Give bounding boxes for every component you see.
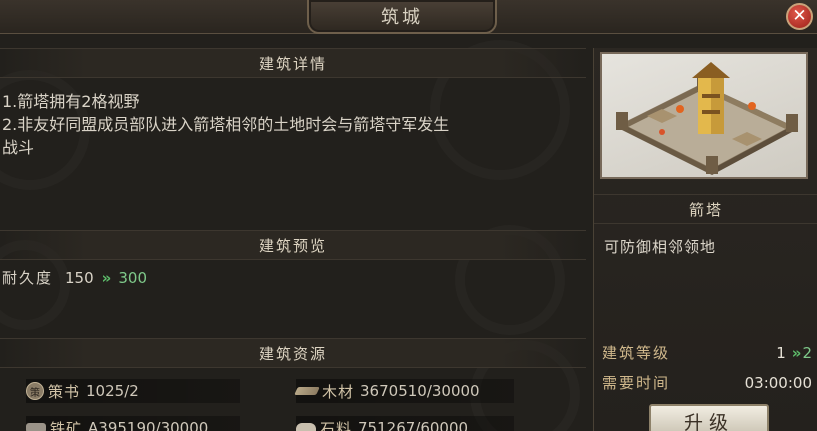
section-header-preview: 建筑预览 — [0, 230, 586, 260]
resource-book: 策 策书 1025/2 — [26, 379, 240, 403]
resource-value: 1025/2 — [86, 382, 139, 400]
resource-label: 铁矿 — [50, 419, 83, 431]
book-icon: 策 — [26, 382, 44, 400]
level-arrow-icon: » — [791, 343, 802, 362]
page-title: 筑城 — [307, 0, 497, 34]
resource-label: 木材 — [322, 382, 355, 401]
resource-stone: 石料 751267/60000 — [296, 416, 514, 431]
details-line: 2.非友好同盟成员部队进入箭塔相邻的土地时会与箭塔守军发生 — [2, 115, 450, 134]
durability-row: 耐久度 150 » 300 — [2, 267, 147, 288]
level-from: 1 — [776, 343, 786, 362]
info-panel: 建筑详情 1.箭塔拥有2格视野 2.非友好同盟成员部队进入箭塔相邻的土地时会与箭… — [0, 48, 586, 431]
stone-icon — [296, 422, 316, 431]
close-icon: ✕ — [792, 6, 807, 26]
details-line: 战斗 — [2, 138, 35, 157]
resource-value: 751267/60000 — [358, 419, 469, 431]
time-row: 需要时间 03:00:00 — [602, 372, 812, 393]
resource-value: 3670510/30000 — [360, 382, 480, 400]
resource-label: 石料 — [320, 419, 353, 431]
resource-iron: 铁矿 A395190/30000 — [26, 416, 240, 431]
section-header-resources: 建筑资源 — [0, 338, 586, 368]
resource-value: A395190/30000 — [88, 419, 209, 431]
level-to: 2 — [802, 343, 812, 362]
resource-wood: 木材 3670510/30000 — [294, 379, 514, 403]
building-level-row: 建筑等级 1 » 2 — [602, 342, 812, 363]
building-image — [600, 52, 808, 179]
time-label: 需要时间 — [602, 374, 671, 392]
iron-icon — [26, 423, 46, 431]
durability-current: 150 — [65, 268, 94, 287]
upgrade-button[interactable]: 升级 — [649, 404, 769, 431]
resource-label: 策书 — [48, 382, 81, 401]
upgrade-arrow-icon: » — [101, 268, 112, 287]
durability-label: 耐久度 — [2, 269, 54, 287]
level-label: 建筑等级 — [602, 344, 671, 362]
details-text: 1.箭塔拥有2格视野 2.非友好同盟成员部队进入箭塔相邻的土地时会与箭塔守军发生… — [2, 90, 582, 159]
wood-icon — [294, 387, 320, 395]
arrow-tower-illustration — [616, 62, 798, 175]
details-line: 1.箭塔拥有2格视野 — [2, 92, 140, 111]
time-value: 03:00:00 — [744, 373, 812, 392]
building-name: 箭塔 — [594, 194, 817, 224]
building-panel: 箭塔 可防御相邻领地 建筑等级 1 » 2 需要时间 03:00:00 升级 — [593, 48, 817, 431]
durability-next: 300 — [118, 268, 147, 287]
building-description: 可防御相邻领地 — [604, 238, 717, 256]
section-header-details: 建筑详情 — [0, 48, 586, 78]
close-button[interactable]: ✕ — [786, 3, 813, 30]
